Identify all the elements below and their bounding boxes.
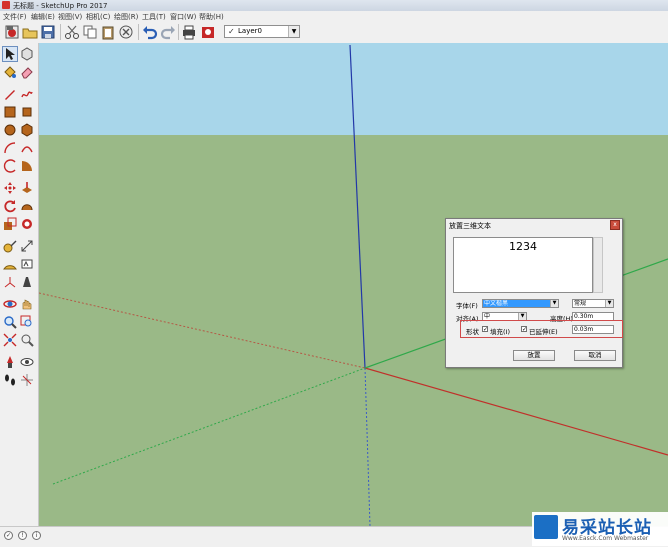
paint-bucket-icon[interactable]	[3, 65, 17, 79]
protractor-icon[interactable]	[3, 257, 17, 271]
rotated-rectangle-icon[interactable]	[20, 105, 34, 119]
current-layer-check-icon: ✓	[228, 27, 235, 36]
credits-icon[interactable]: !	[18, 531, 27, 540]
chevron-down-icon[interactable]: ▼	[550, 300, 558, 307]
rectangle-icon[interactable]	[3, 105, 17, 119]
three-point-arc-icon[interactable]	[3, 159, 17, 173]
window-title: 无标题 - SketchUp Pro 2017	[13, 2, 108, 10]
watermark-url: Www.Easck.Com Webmaster	[562, 535, 649, 542]
position-camera-icon[interactable]	[3, 355, 17, 369]
walk-footprints-icon[interactable]	[3, 373, 17, 387]
erase-icon[interactable]	[118, 24, 134, 40]
zoom-window-icon[interactable]	[20, 315, 34, 329]
component-icon[interactable]	[20, 47, 34, 61]
watermark-logo-icon	[534, 515, 558, 539]
close-icon[interactable]: x	[610, 220, 620, 230]
layer-dropdown[interactable]: ✓ Layer0 ▼	[224, 25, 300, 38]
zoom-icon[interactable]	[3, 315, 17, 329]
tape-measure-icon[interactable]	[3, 239, 17, 253]
text-input-value: 1234	[509, 240, 537, 253]
text-input-area[interactable]: 1234	[453, 237, 593, 293]
site-watermark: 易采站长站 Www.Easck.Com Webmaster	[532, 512, 668, 546]
font-style-dropdown[interactable]: 常规 ▼	[572, 299, 614, 308]
arc-icon[interactable]	[3, 141, 17, 155]
model-info-icon[interactable]	[200, 24, 216, 40]
annotation-highlight-box	[460, 320, 623, 338]
open-folder-icon[interactable]	[22, 24, 38, 40]
freehand-icon[interactable]	[20, 87, 34, 101]
main-toolbar: ✓ Layer0 ▼	[0, 21, 668, 44]
new-file-icon[interactable]	[4, 24, 20, 40]
blue-axis-negative	[364, 367, 371, 526]
red-axis-positive	[364, 367, 668, 456]
3d-text-icon[interactable]	[20, 275, 34, 289]
red-axis-negative	[39, 292, 366, 369]
layer-name: Layer0	[238, 27, 262, 35]
section-plane-icon[interactable]	[20, 373, 34, 387]
look-around-icon[interactable]	[20, 355, 34, 369]
toolbar-separator	[138, 24, 139, 40]
offset-icon[interactable]	[20, 217, 34, 231]
tools-toolbar	[0, 43, 39, 526]
scale-icon[interactable]	[3, 217, 17, 231]
save-icon[interactable]	[40, 24, 56, 40]
chevron-down-icon[interactable]: ▼	[518, 313, 526, 320]
chevron-down-icon[interactable]: ▼	[605, 300, 613, 307]
follow-me-icon[interactable]	[20, 199, 34, 213]
font-dropdown[interactable]: 中文楷黑 ▼	[482, 299, 559, 308]
previous-view-icon[interactable]	[20, 333, 34, 347]
text-scrollbar[interactable]	[593, 237, 603, 293]
place-3d-text-dialog: 放置三维文本 x 1234 字体(F) 中文楷黑 ▼ 常规 ▼ 对齐(A) 中 …	[445, 218, 623, 368]
push-pull-icon[interactable]	[20, 181, 34, 195]
cancel-button[interactable]: 取消	[574, 350, 616, 361]
dialog-title: 放置三维文本	[449, 222, 491, 230]
zoom-extents-icon[interactable]	[3, 333, 17, 347]
pan-hand-icon[interactable]	[20, 297, 34, 311]
green-axis-negative	[52, 367, 366, 485]
instructor-icon[interactable]: i	[32, 531, 41, 540]
axes-icon[interactable]	[3, 275, 17, 289]
redo-icon[interactable]	[160, 24, 176, 40]
chevron-down-icon[interactable]: ▼	[288, 26, 299, 37]
cut-icon[interactable]	[64, 24, 80, 40]
geo-location-icon[interactable]: ✓	[4, 531, 13, 540]
polygon-icon[interactable]	[20, 123, 34, 137]
move-icon[interactable]	[3, 181, 17, 195]
select-arrow-icon[interactable]	[2, 46, 18, 62]
blue-axis-positive	[349, 44, 366, 369]
sketchup-app-icon	[2, 1, 10, 9]
place-button[interactable]: 放置	[513, 350, 555, 361]
line-pencil-icon[interactable]	[3, 87, 17, 101]
pie-icon[interactable]	[20, 159, 34, 173]
dimension-icon[interactable]	[20, 239, 34, 253]
orbit-icon[interactable]	[3, 297, 17, 311]
height-value: 0.30m	[574, 313, 594, 320]
align-value: 中	[484, 313, 491, 320]
circle-icon[interactable]	[3, 123, 17, 137]
paste-icon[interactable]	[100, 24, 116, 40]
font-value: 中文楷黑	[484, 300, 509, 307]
font-style-value: 常规	[574, 300, 587, 307]
eraser-icon[interactable]	[20, 65, 34, 79]
toolbar-separator	[178, 24, 179, 40]
font-label: 字体(F)	[456, 302, 478, 310]
copy-icon[interactable]	[82, 24, 98, 40]
rotate-icon[interactable]	[3, 199, 17, 213]
text-tool-icon[interactable]	[20, 257, 34, 271]
two-point-arc-icon[interactable]	[20, 141, 34, 155]
print-icon[interactable]	[181, 24, 197, 40]
toolbar-separator	[60, 24, 61, 40]
undo-icon[interactable]	[142, 24, 158, 40]
